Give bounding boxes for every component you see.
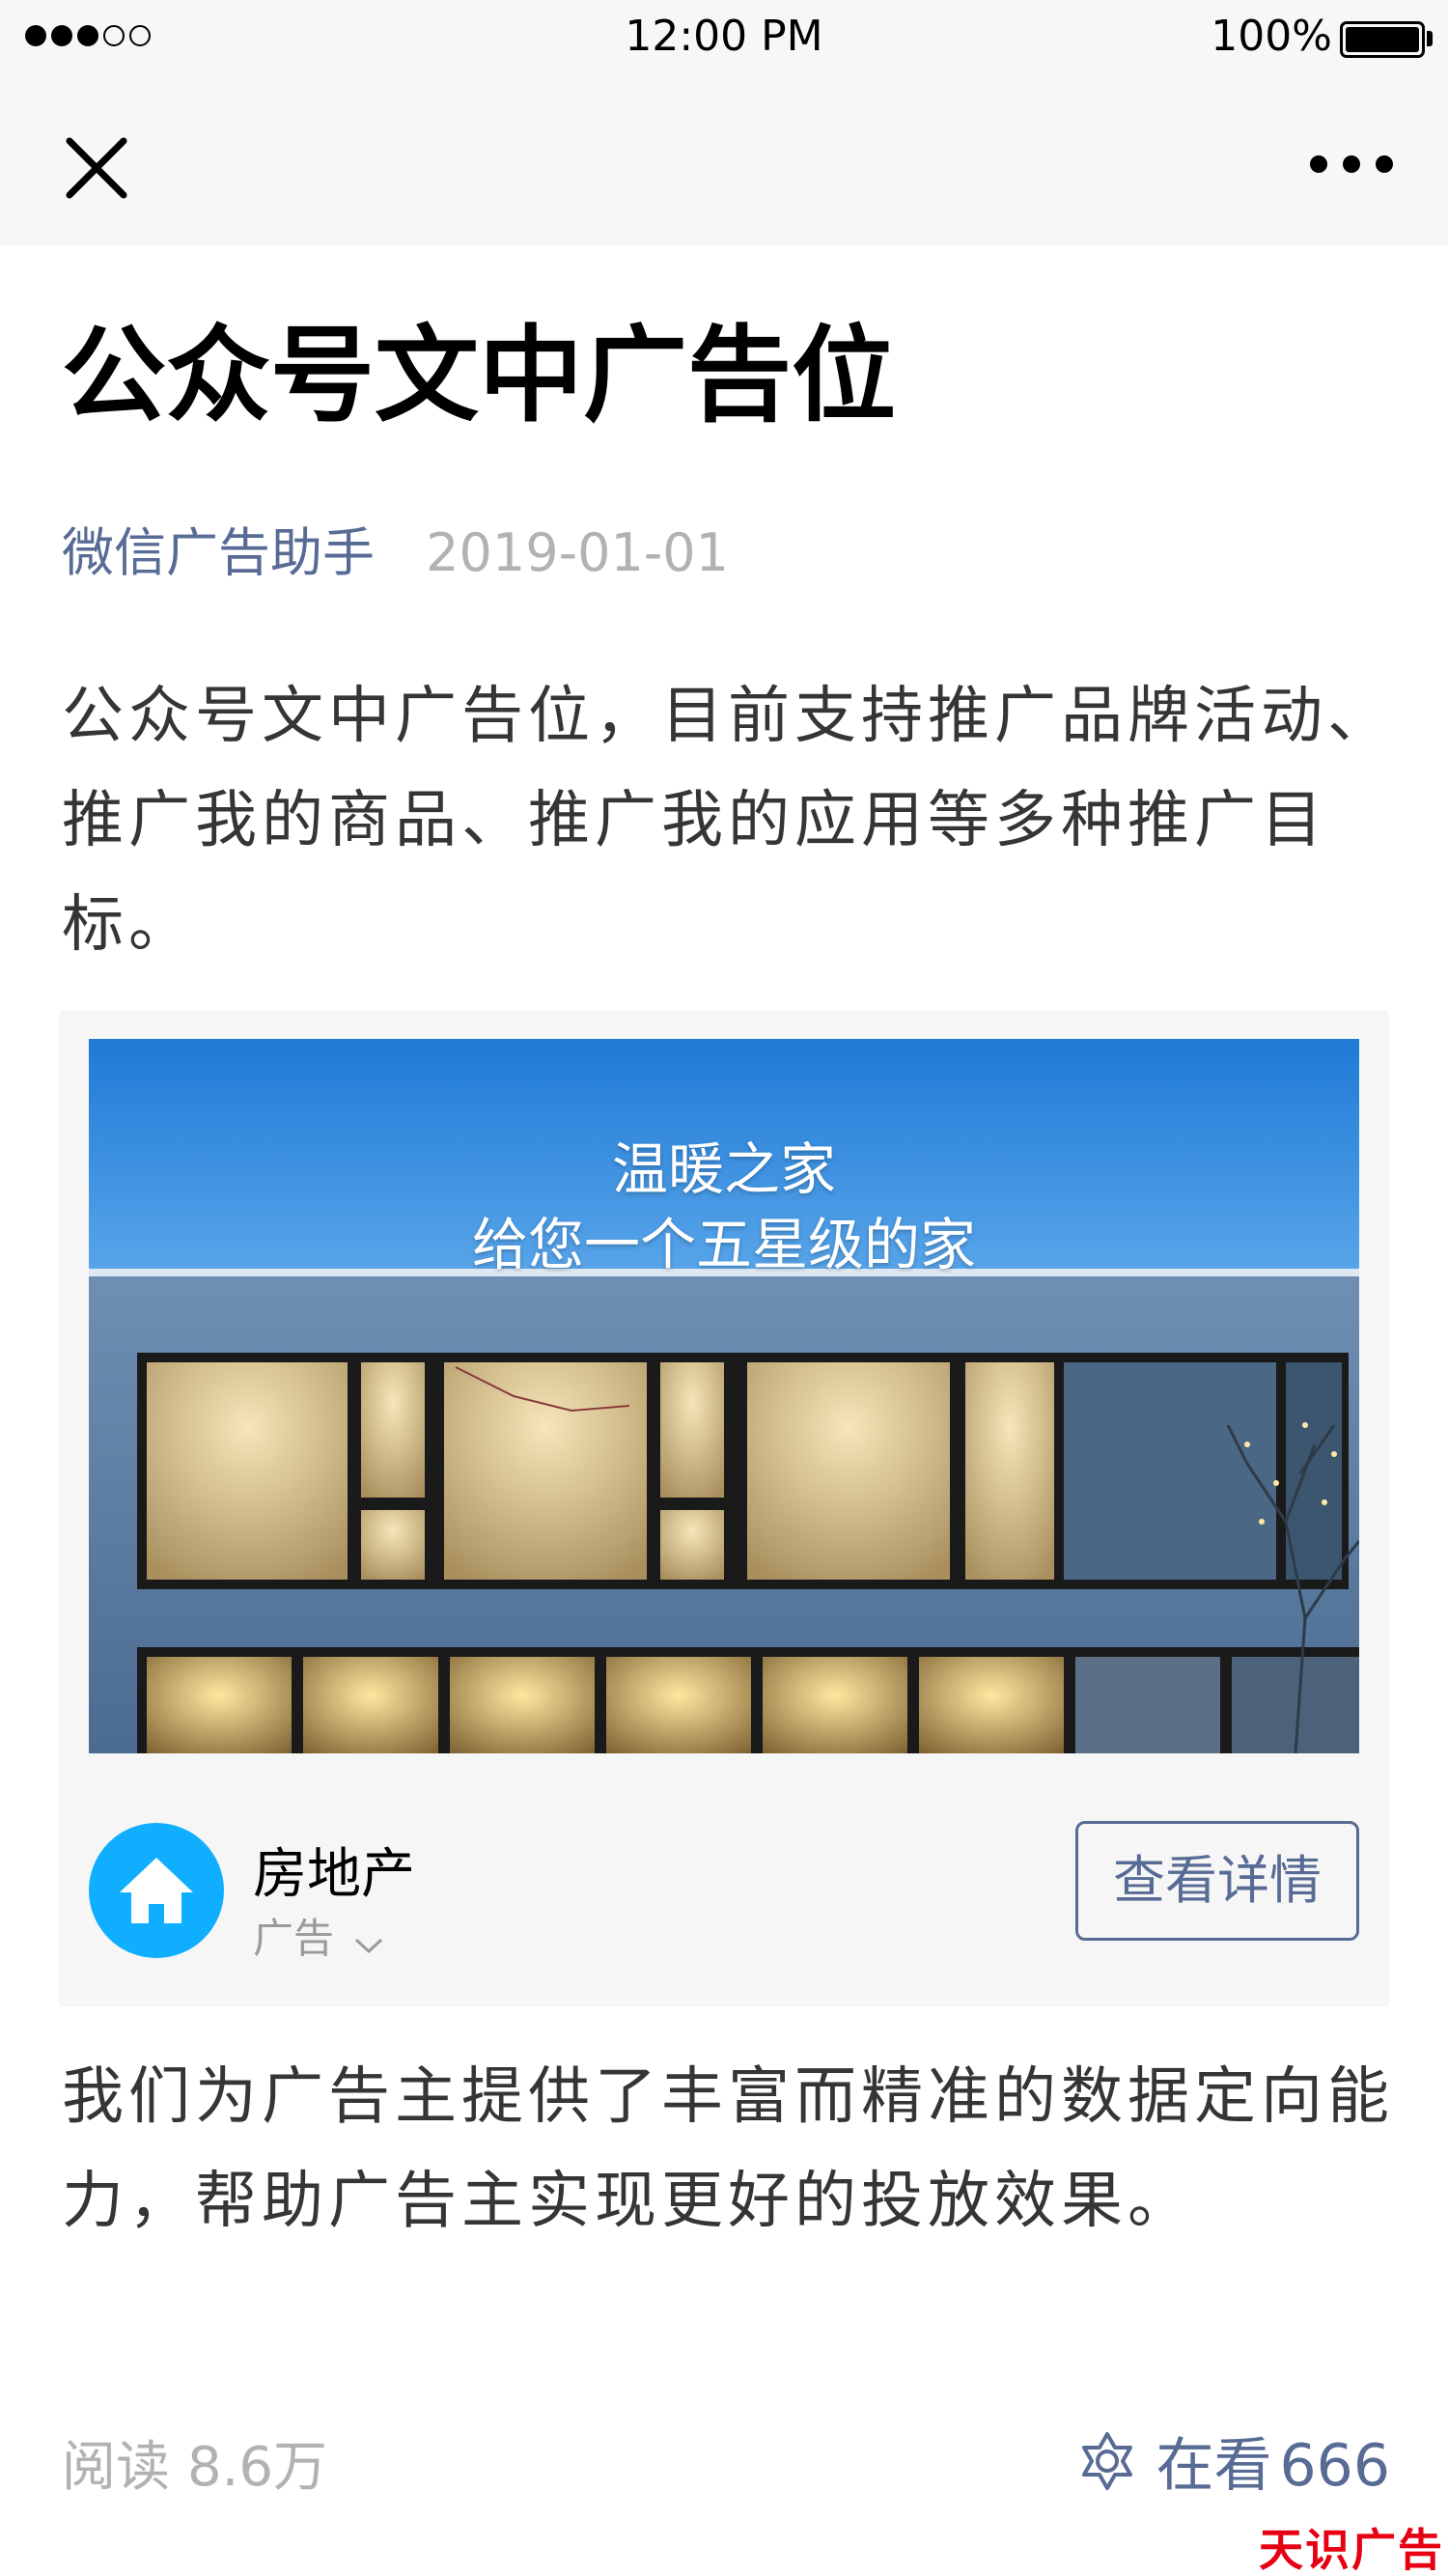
article-meta: 微信广告助手 2019-01-01	[62, 521, 729, 585]
close-button[interactable]	[58, 129, 135, 207]
ad-banner-image[interactable]: 温暖之家 给您一个五星级的家	[89, 1039, 1359, 1753]
publish-date: 2019-01-01	[426, 522, 729, 583]
more-icon	[1310, 155, 1393, 173]
more-button[interactable]	[1294, 135, 1409, 193]
view-details-button[interactable]: 查看详情	[1075, 1821, 1359, 1941]
nav-bar	[0, 81, 1448, 245]
ad-card: 温暖之家 给您一个五星级的家 房地产 广告 查看详情	[58, 1010, 1390, 2006]
article-paragraph: 公众号文中广告位，目前支持推广品牌活动、推广我的商品、推广我的应用等多种推广目标…	[62, 681, 1394, 961]
status-bar: 12:00 PM 100%	[0, 0, 1448, 81]
watermark-logo: 天识广告	[1259, 2524, 1444, 2576]
ad-headline: 温暖之家 给您一个五星级的家	[471, 1136, 976, 1277]
brand-avatar[interactable]	[89, 1823, 224, 1958]
ad-label-menu[interactable]: 广告	[253, 1906, 385, 1965]
author-link[interactable]: 微信广告助手	[62, 522, 375, 583]
page-title: 公众号文中广告位	[62, 316, 897, 436]
brand-name[interactable]: 房地产	[253, 1831, 415, 1909]
wow-label: 在看 666	[1156, 2432, 1390, 2500]
article-page: 12:00 PM 100% 公众号文中广告位 微信广告助手 2019-01-01…	[0, 0, 1448, 2576]
article-paragraph: 我们为广告主提供了丰富而精准的数据定向能力，帮助广告主实现更好的投放效果。	[62, 2061, 1394, 2237]
chevron-down-icon	[352, 1918, 385, 1965]
close-icon	[66, 137, 127, 199]
wow-star-icon	[1082, 2431, 1133, 2490]
wow-button[interactable]: 在看 666	[1076, 2419, 1390, 2503]
ad-footer: 房地产 广告 查看详情	[89, 1811, 1359, 1966]
house-icon	[120, 1858, 193, 1923]
battery-percent: 100%	[1211, 12, 1332, 61]
battery-icon	[1340, 21, 1425, 58]
read-count: 阅读 8.6万	[62, 2436, 328, 2499]
